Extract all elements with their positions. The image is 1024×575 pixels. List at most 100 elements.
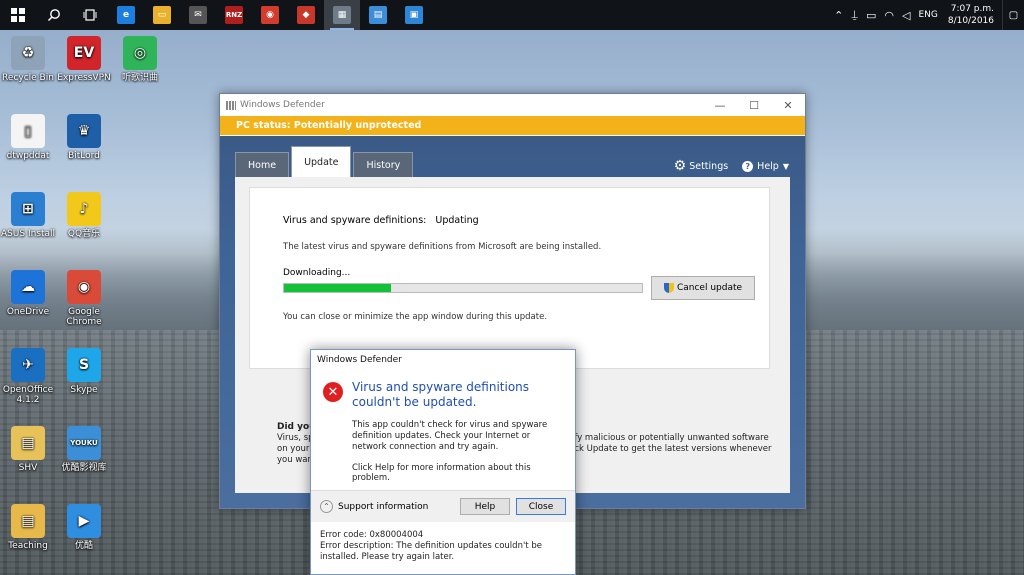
desktop-shortcut[interactable]: EV ExpressVPN [54,36,114,83]
notification-icon: ▢ [1008,9,1019,21]
error-details: Error code: 0x80004004 Error description… [320,530,567,563]
desktop-shortcut-label: Recycle Bin [2,73,54,83]
close-button[interactable]: ✕ [771,94,805,116]
desktop-shortcut-label: Google Chrome [66,307,102,327]
shv-folder-icon: ▤ [11,426,45,460]
desktop-shortcut-label: ExpressVPN [57,73,111,83]
installer-icon: ▤ [369,6,387,24]
clock-date: 8/10/2016 [947,16,994,26]
taskbar-app-button[interactable]: e [108,0,144,30]
onedrive-icon: ☁ [11,270,45,304]
rnz-icon: RNZ [225,6,243,24]
window-titlebar[interactable]: Windows Defender — ☐ ✕ [220,94,805,116]
asus-install-icon: ⊞ [11,192,45,226]
taskbar-app-button[interactable]: ◆ [288,0,324,30]
desktop-shortcut[interactable]: ⊞ ASUS Install [0,192,58,239]
taskbar-app-button[interactable]: ▣ [396,0,432,30]
desktop-shortcut-label: SHV [18,463,38,473]
desktop-shortcut[interactable]: ◉ Google Chrome [54,270,114,327]
antivirus-icon: ◉ [261,6,279,24]
taskbar-app-button[interactable]: ▦ [324,0,360,30]
desktop-shortcut-label: ASUS Install [0,229,56,239]
active-indicator [330,28,354,30]
desktop-shortcut[interactable]: ♻ Recycle Bin [0,36,58,83]
desktop-shortcut[interactable]: ♪ QQ音乐 [54,192,114,239]
desktop-shortcut[interactable]: ▶ 优酷 [54,504,114,551]
help-button[interactable]: Help [460,498,510,515]
teaching-folder-icon: ▤ [11,504,45,538]
support-info-toggle[interactable]: ⌃ Support information [320,500,428,513]
desktop-shortcut[interactable]: ▯ dtwpddat [0,114,58,161]
desktop-shortcut[interactable]: ◎ 听歌识曲 [110,36,170,83]
clock[interactable]: 7:07 p.m. 8/10/2016 [942,3,1002,27]
update-description: The latest virus and spyware definitions… [283,242,602,252]
icon-glyph: YOUKU [70,439,98,447]
error-heading: Virus and spyware definitions couldn't b… [352,380,530,409]
pc-status-bar: PC status: Potentially unprotected [220,116,805,135]
taskbar: e ▭ ✉ RNZ ◉ ◆ ▦ ▤ ▣ ⌃ ⍊ ▭ ◠ ◁ ENG 7:07 p.m. 8/10… [0,0,1024,30]
search-button[interactable] [36,0,72,30]
icon-glyph: ☁ [21,279,35,295]
desktop-shortcut[interactable]: ✈ OpenOffice 4.1.2 [0,348,58,405]
battery-icon[interactable]: ▭ [862,9,880,22]
uac-shield-icon [663,283,674,293]
desktop-shortcut[interactable]: ▤ Teaching [0,504,58,551]
desktop-shortcut-label: BitLord [68,151,100,161]
task-view-icon [83,9,97,21]
tab-update[interactable]: Update [291,146,352,177]
definitions-status: Virus and spyware definitions: Updating [283,215,479,226]
error-description: Error description: The definition update… [320,541,542,562]
taskbar-app-button[interactable]: ▭ [144,0,180,30]
tab-history[interactable]: History [353,152,414,177]
close-dialog-button[interactable]: Close [516,498,566,515]
cancel-update-button[interactable]: Cancel update [651,276,755,300]
qq-music-icon: ♪ [67,192,101,226]
dialog-title[interactable]: Windows Defender [311,350,575,370]
skype-icon: S [67,348,101,382]
help-link[interactable]: ? Help ▼ [742,158,789,174]
settings-link[interactable]: ⚙ Settings [674,158,729,174]
settings-label: Settings [689,160,729,172]
start-button[interactable] [0,0,36,30]
error-icon: ✕ [323,382,343,402]
desktop-shortcut[interactable]: ☁ OneDrive [0,270,58,317]
desktop-shortcut[interactable]: S Skype [54,348,114,395]
minimize-button[interactable]: — [703,94,737,116]
desktop-shortcut-label: 优酷影视库 [61,463,107,473]
gear-icon: ⚙ [673,158,687,174]
icon-glyph: ◉ [77,279,91,295]
maximize-button[interactable]: ☐ [737,94,771,116]
desktop-shortcut-label: 听歌识曲 [121,73,158,83]
notification-center-button[interactable]: ▢ [1002,0,1024,30]
chevron-up-icon[interactable]: ⌃ [830,9,847,22]
music-app-icon: ◎ [123,36,157,70]
taskbar-app-button[interactable]: ◉ [252,0,288,30]
error-help-hint: Click Help for more information about th… [352,463,531,483]
icon-glyph: ▶ [78,513,90,529]
icon-glyph: ♪ [79,201,89,217]
icon-glyph: ▤ [21,435,35,451]
desktop-shortcut-label: Teaching [8,541,48,551]
usb-icon[interactable]: ⍊ [847,8,862,22]
error-code: Error code: 0x80004004 [320,530,424,540]
text-file-icon: ▯ [11,114,45,148]
volume-icon[interactable]: ◁ [898,9,914,22]
taskbar-app-button[interactable]: ✉ [180,0,216,30]
taskbar-app-button[interactable]: ▤ [360,0,396,30]
wifi-icon[interactable]: ◠ [880,9,898,22]
desktop-shortcut[interactable]: YOUKU 优酷影视库 [54,426,114,473]
did-you-know-right2: ick Update to get the latest versions wh… [572,444,772,454]
task-view-button[interactable] [72,0,108,30]
language-indicator[interactable]: ENG [914,10,941,20]
youku-icon: YOUKU [67,426,101,460]
desktop-shortcut[interactable]: ♛ BitLord [54,114,114,161]
edge-icon: e [117,6,135,24]
windows-defender-icon: ▦ [333,6,351,24]
desktop-shortcut[interactable]: ▤ SHV [0,426,58,473]
icon-glyph: ♻ [21,45,35,61]
tab-home[interactable]: Home [235,152,290,177]
cancel-update-label: Cancel update [676,283,743,293]
taskbar-app-button[interactable]: RNZ [216,0,252,30]
did-you-know-right: ify malicious or potentially unwanted so… [572,433,782,455]
openoffice-icon: ✈ [11,348,45,382]
